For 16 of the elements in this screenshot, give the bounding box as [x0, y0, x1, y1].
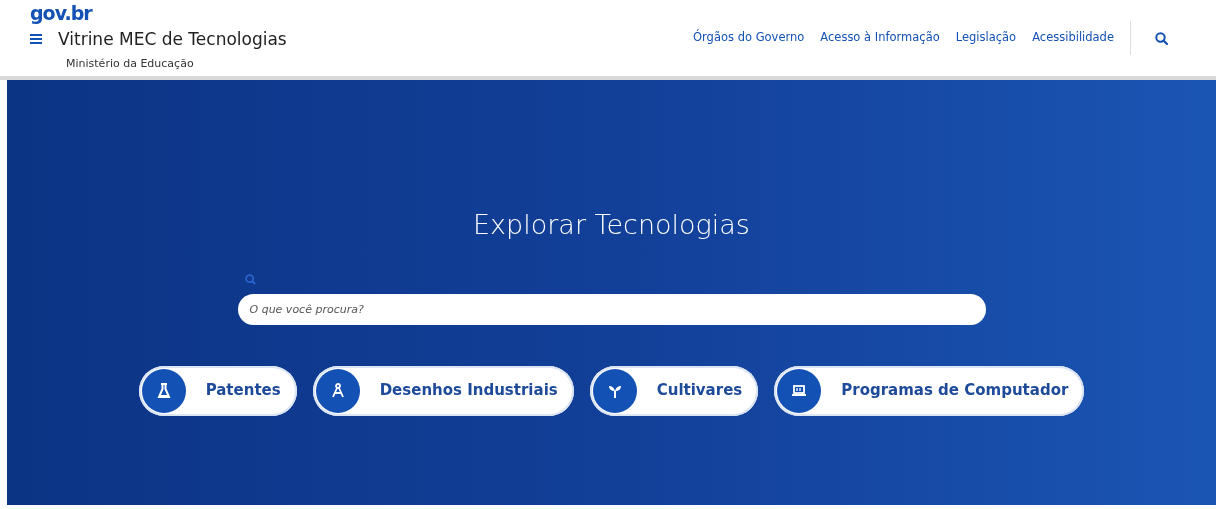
site-title: Vitrine MEC de Tecnologias	[58, 27, 287, 51]
search-icon	[244, 273, 256, 285]
menu-icon[interactable]	[30, 34, 42, 45]
logo[interactable]: gov.br	[30, 3, 287, 23]
category-button[interactable]: Cultivares	[589, 365, 759, 416]
category-button[interactable]: Desenhos Industriais	[312, 365, 574, 416]
nav-link[interactable]: Órgãos do Governo	[693, 29, 805, 47]
category-button[interactable]: Programas de Computador	[774, 365, 1085, 416]
search-field[interactable]: O que você procura?	[237, 293, 986, 325]
hero-title: Explorar Tecnologias	[473, 208, 750, 242]
nav-link[interactable]: Legislação	[955, 29, 1017, 47]
nav-link[interactable]: Acessibilidade	[1032, 29, 1114, 47]
nav-link[interactable]: Acesso à Informação	[820, 29, 940, 47]
site-subtitle: Ministério da Educação	[66, 56, 195, 72]
category-button[interactable]: Patentes	[138, 365, 297, 416]
search-icon[interactable]	[1155, 31, 1168, 45]
